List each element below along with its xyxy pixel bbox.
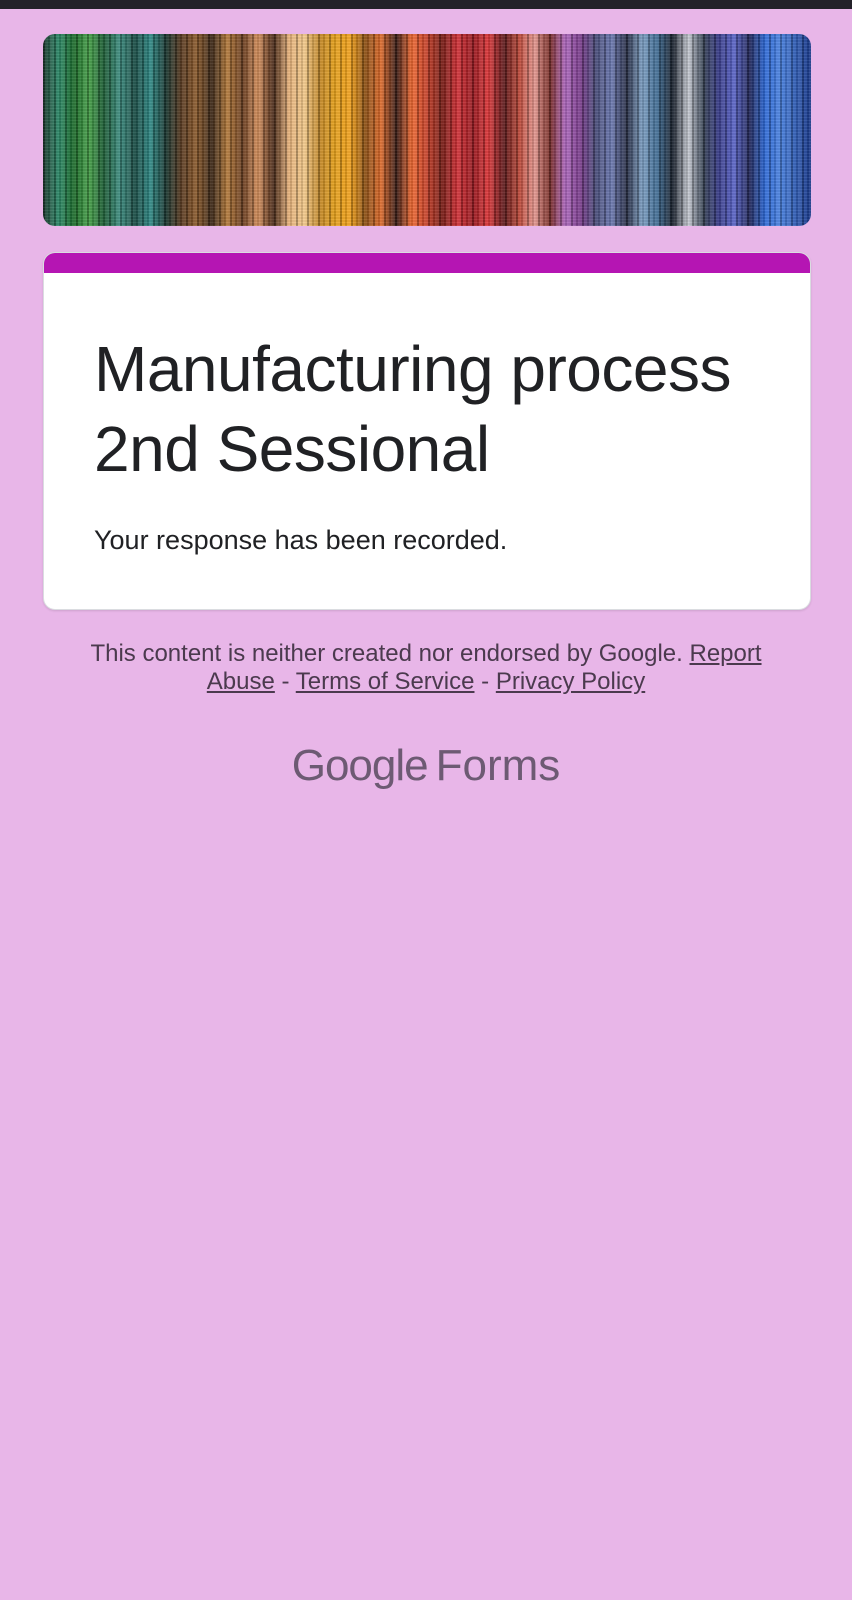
forms-wordmark: Forms [435, 741, 561, 790]
google-wordmark: Google [291, 741, 429, 790]
disclaimer-text: This content is neither created nor endo… [90, 640, 683, 667]
terms-of-service-link[interactable]: Terms of Service [296, 668, 475, 695]
footer-separator: - [281, 668, 290, 695]
yarn-fiber-overlay [43, 34, 811, 226]
status-bar [0, 0, 852, 9]
footer-separator: - [481, 668, 490, 695]
form-header-image [43, 34, 811, 226]
card-accent-bar [44, 253, 810, 273]
privacy-policy-link[interactable]: Privacy Policy [496, 668, 645, 695]
form-title: Manufacturing process 2nd Sessional [94, 333, 731, 485]
form-confirmation-card: Manufacturing process 2nd Sessional Your… [43, 252, 811, 610]
footer-disclaimer: This content is neither created nor endo… [60, 640, 792, 696]
response-recorded-message: Your response has been recorded. [94, 525, 508, 555]
google-forms-logo[interactable]: Google Forms [0, 736, 852, 796]
